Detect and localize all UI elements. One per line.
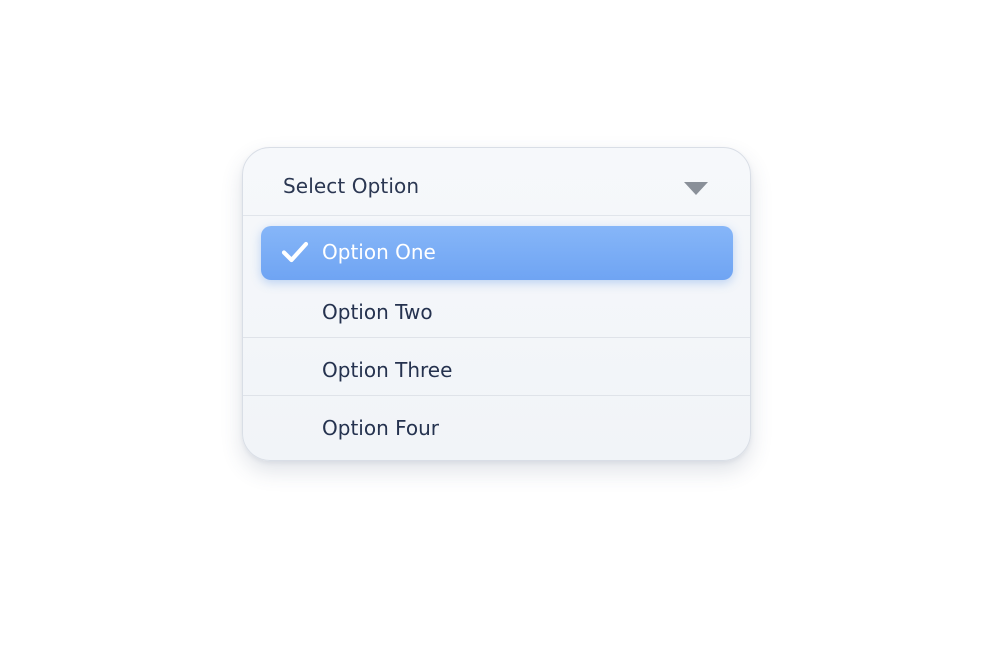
check-icon [281, 241, 309, 263]
option-item-one[interactable]: Option One [243, 216, 750, 280]
option-item-four[interactable]: Option Four [243, 396, 750, 454]
stage: Select Option Option One Option Two Opti… [0, 0, 1000, 667]
caret-down-icon[interactable] [684, 182, 708, 195]
option-item-two[interactable]: Option Two [243, 288, 750, 338]
dropdown-header[interactable]: Select Option [243, 148, 750, 216]
option-label: Option Two [322, 300, 433, 324]
option-label: Option Three [322, 358, 453, 382]
option-label: Option Four [322, 416, 440, 440]
select-dropdown: Select Option Option One Option Two Opti… [242, 147, 751, 461]
option-item-three[interactable]: Option Three [243, 338, 750, 396]
selected-highlight[interactable]: Option One [261, 226, 733, 280]
dropdown-title: Select Option [283, 174, 420, 198]
options-list: Option One Option Two Option Three Optio… [243, 216, 750, 454]
option-label: Option One [322, 240, 436, 264]
